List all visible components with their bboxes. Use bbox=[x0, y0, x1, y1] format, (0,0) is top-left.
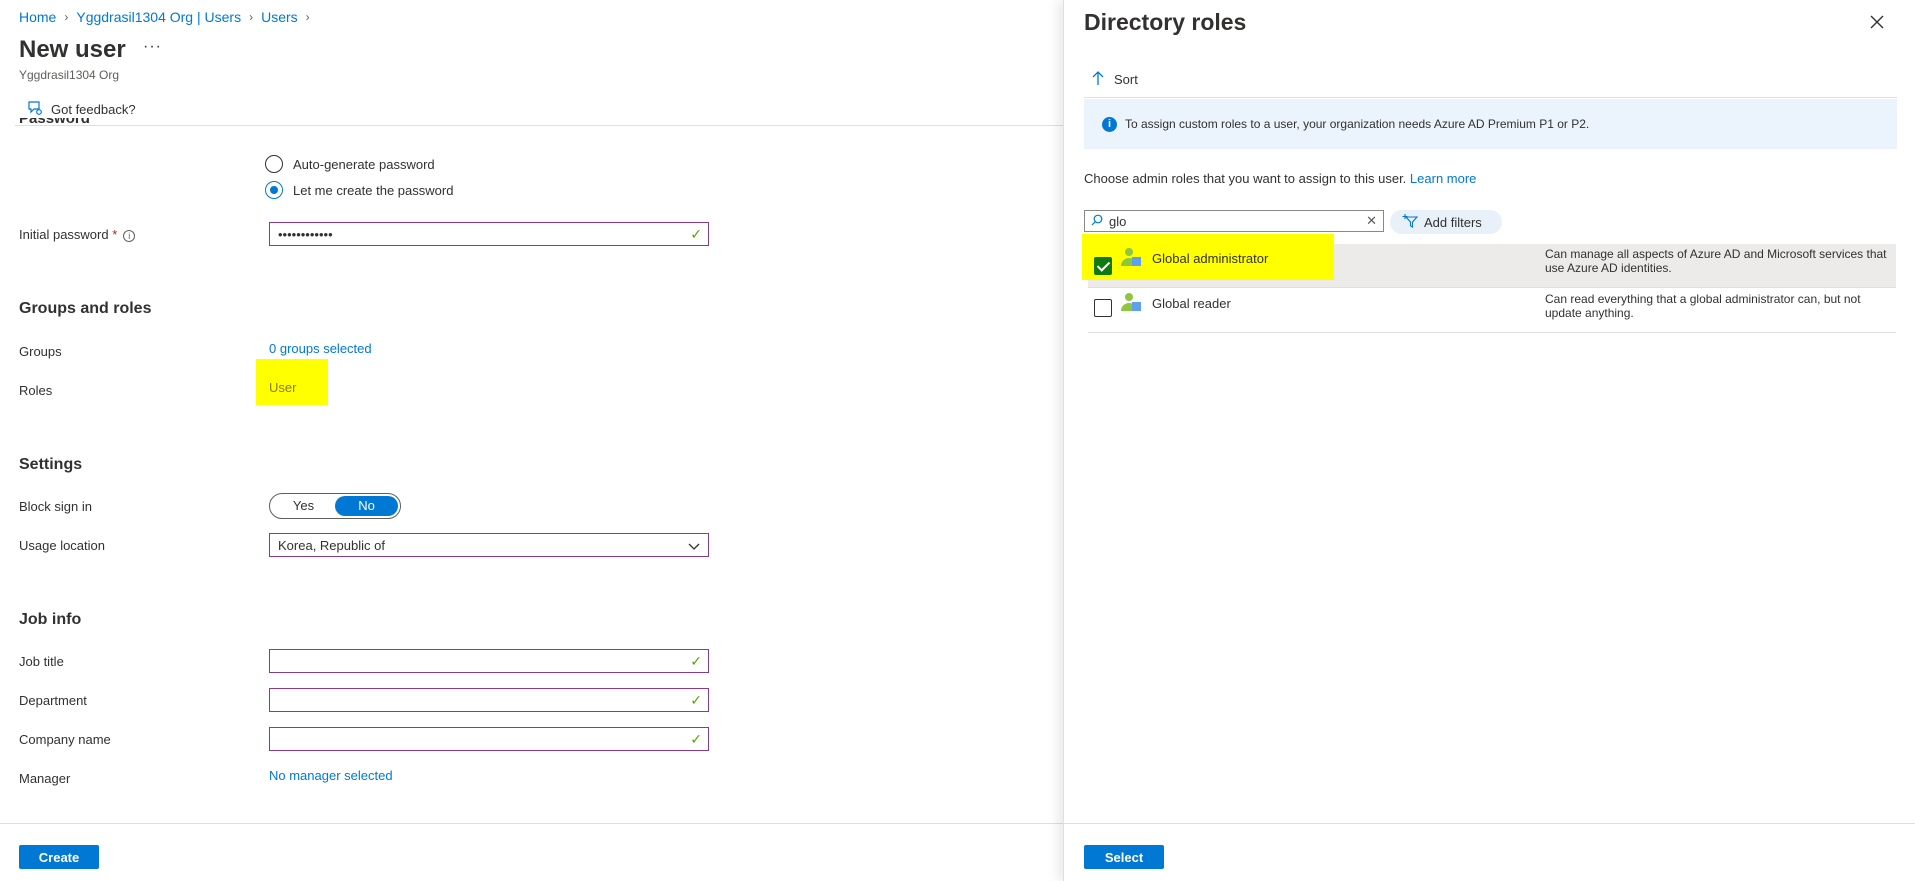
add-filters-button[interactable]: Add filters bbox=[1390, 210, 1502, 234]
toggle-no[interactable]: No bbox=[335, 496, 398, 516]
groups-roles-heading: Groups and roles bbox=[19, 300, 152, 317]
chevron-right-icon: › bbox=[64, 10, 69, 24]
footer-divider bbox=[0, 823, 1063, 824]
usage-location-label: Usage location bbox=[19, 538, 105, 553]
arrow-up-icon bbox=[1092, 70, 1104, 89]
directory-roles-panel: Directory roles Sort i To assign custom … bbox=[1063, 0, 1915, 881]
feedback-icon bbox=[27, 100, 43, 119]
roles-label: Roles bbox=[19, 383, 53, 398]
department-input[interactable]: ✓ bbox=[269, 688, 709, 712]
info-icon: i bbox=[1102, 116, 1117, 132]
settings-heading: Settings bbox=[19, 456, 83, 473]
manager-label: Manager bbox=[19, 771, 71, 786]
page-subtitle: Yggdrasil1304 Org bbox=[19, 68, 120, 82]
checkmark-icon: ✓ bbox=[690, 731, 702, 747]
panel-title: Directory roles bbox=[1084, 9, 1247, 35]
panel-toolbar-divider bbox=[1084, 97, 1897, 98]
toolbar-divider bbox=[15, 125, 1063, 126]
more-options-icon[interactable]: ··· bbox=[143, 38, 162, 56]
department-label: Department bbox=[19, 693, 87, 708]
panel-footer-divider bbox=[1064, 823, 1915, 824]
manager-selector-link[interactable]: No manager selected bbox=[269, 768, 393, 783]
initial-password-input[interactable]: •••••••••••• ✓ bbox=[269, 222, 709, 246]
checkmark-icon: ✓ bbox=[690, 226, 702, 242]
select-button[interactable]: Select bbox=[1084, 845, 1164, 869]
radio-circle[interactable] bbox=[265, 155, 283, 173]
radio-circle-selected[interactable] bbox=[265, 181, 283, 199]
radio-auto-generate[interactable]: Auto-generate password bbox=[265, 155, 435, 173]
block-sign-in-toggle[interactable]: Yes No bbox=[269, 493, 401, 519]
usage-location-value: Korea, Republic of bbox=[278, 537, 385, 553]
job-info-heading: Job info bbox=[19, 611, 82, 628]
role-description: Can manage all aspects of Azure AD and M… bbox=[1545, 247, 1887, 275]
initial-password-label: Initial password * i bbox=[19, 227, 136, 242]
sort-button[interactable]: Sort bbox=[1092, 70, 1138, 89]
role-search-input[interactable]: glo ✕ bbox=[1084, 210, 1384, 232]
role-row-global-administrator[interactable]: Global administrator Can manage all aspe… bbox=[1082, 234, 1896, 288]
password-value: •••••••••••• bbox=[278, 226, 333, 242]
role-user-icon bbox=[1120, 246, 1142, 268]
groups-selector-link[interactable]: 0 groups selected bbox=[269, 341, 372, 356]
role-checkbox[interactable] bbox=[1094, 299, 1112, 317]
new-user-pane: Home › Yggdrasil1304 Org | Users › Users… bbox=[0, 0, 1063, 881]
page-title: New user bbox=[19, 36, 126, 63]
company-name-input[interactable]: ✓ bbox=[269, 727, 709, 751]
radio-label: Auto-generate password bbox=[293, 156, 435, 172]
checkmark-icon: ✓ bbox=[690, 692, 702, 708]
company-name-label: Company name bbox=[19, 732, 111, 747]
job-title-label: Job title bbox=[19, 654, 64, 669]
learn-more-link[interactable]: Learn more bbox=[1410, 171, 1476, 186]
choose-roles-text: Choose admin roles that you want to assi… bbox=[1084, 171, 1477, 186]
groups-label: Groups bbox=[19, 344, 62, 359]
breadcrumb-home[interactable]: Home bbox=[19, 9, 56, 25]
usage-location-dropdown[interactable]: Korea, Republic of bbox=[269, 533, 709, 557]
radio-create-password[interactable]: Let me create the password bbox=[265, 181, 453, 199]
chevron-right-icon: › bbox=[305, 10, 310, 24]
roles-selector-link[interactable]: User bbox=[269, 380, 296, 395]
role-name: Global administrator bbox=[1152, 251, 1269, 266]
clear-search-icon[interactable]: ✕ bbox=[1366, 213, 1377, 229]
breadcrumb-org-users[interactable]: Yggdrasil1304 Org | Users bbox=[76, 9, 241, 25]
role-row-global-reader[interactable]: Global reader Can read everything that a… bbox=[1088, 289, 1896, 333]
sort-label: Sort bbox=[1114, 72, 1138, 87]
breadcrumb-users[interactable]: Users bbox=[261, 9, 298, 25]
chevron-down-icon bbox=[688, 539, 700, 554]
feedback-button[interactable]: Got feedback? bbox=[27, 100, 136, 119]
chevron-right-icon: › bbox=[249, 10, 254, 24]
info-banner: i To assign custom roles to a user, your… bbox=[1084, 99, 1897, 149]
add-filters-label: Add filters bbox=[1424, 214, 1482, 230]
create-button[interactable]: Create bbox=[19, 845, 99, 869]
toggle-yes[interactable]: Yes bbox=[272, 496, 335, 516]
search-icon bbox=[1091, 214, 1103, 229]
radio-label: Let me create the password bbox=[293, 182, 454, 198]
role-user-icon bbox=[1120, 291, 1142, 313]
breadcrumb: Home › Yggdrasil1304 Org | Users › Users… bbox=[19, 9, 310, 25]
role-description: Can read everything that a global admini… bbox=[1545, 292, 1861, 320]
role-checkbox-checked[interactable] bbox=[1094, 257, 1112, 275]
job-title-input[interactable]: ✓ bbox=[269, 649, 709, 673]
feedback-label: Got feedback? bbox=[51, 102, 136, 117]
checkmark-icon: ✓ bbox=[690, 653, 702, 669]
block-sign-in-label: Block sign in bbox=[19, 499, 92, 514]
info-icon: i bbox=[123, 229, 136, 242]
filter-add-icon bbox=[1402, 213, 1419, 231]
search-value: glo bbox=[1109, 213, 1127, 229]
banner-text: To assign custom roles to a user, your o… bbox=[1125, 117, 1590, 131]
role-name: Global reader bbox=[1152, 296, 1231, 311]
close-icon[interactable] bbox=[1870, 12, 1884, 35]
